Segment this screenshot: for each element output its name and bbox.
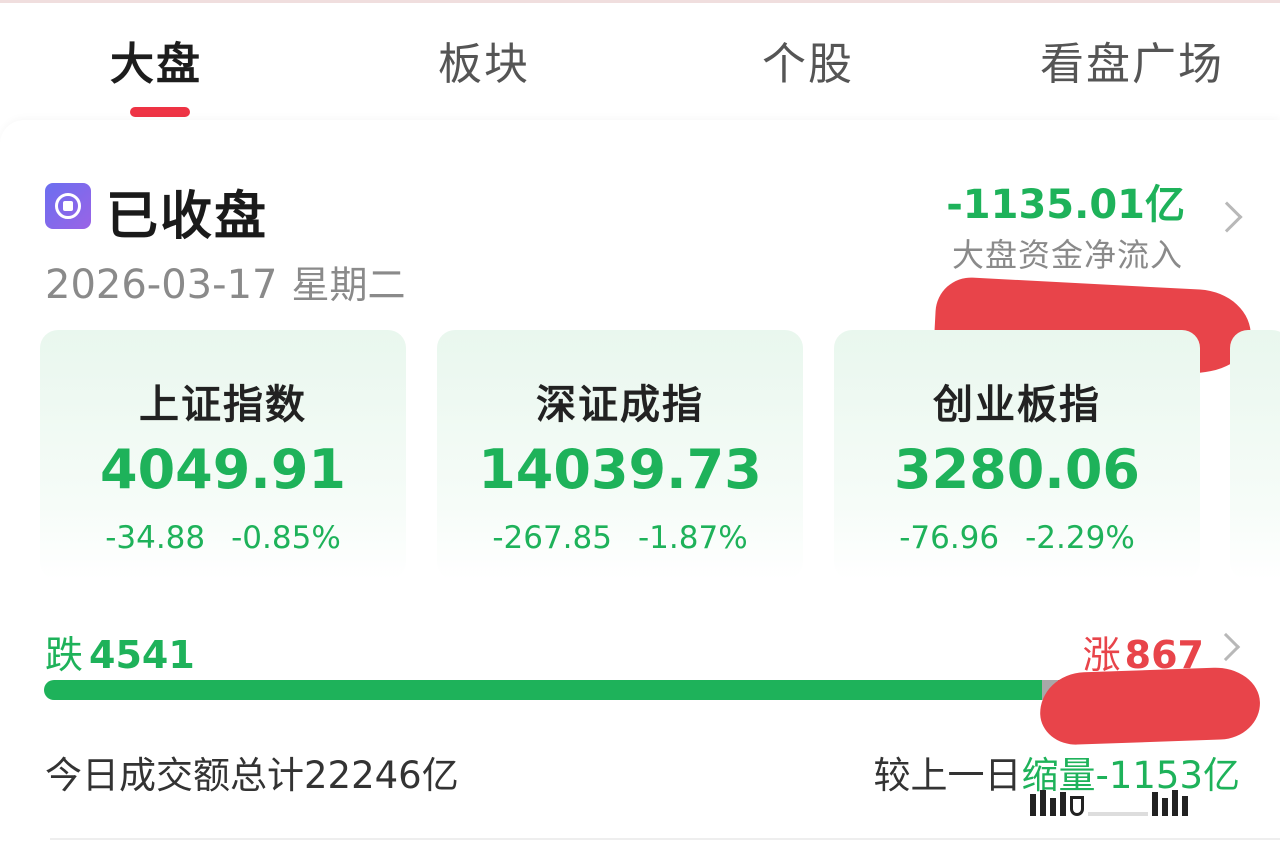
tab-market[interactable]: 大盘 [110, 28, 202, 92]
index-card-chinext[interactable]: 创业板指 3280.06 -76.96 -2.29% [834, 330, 1200, 580]
top-divider [0, 0, 1280, 3]
falling-count: 跌 4541 [45, 624, 195, 679]
index-change: -267.85 [492, 520, 612, 556]
date-value: 2026-03-17 [45, 262, 278, 308]
falling-number: 4541 [89, 633, 195, 677]
decline-segment [44, 680, 1043, 700]
index-card-partial[interactable] [1230, 330, 1280, 580]
watermark-logo [1030, 780, 1260, 816]
trade-date: 2026-03-17 星期二 [45, 254, 405, 309]
compare-prefix: 较上一日 [873, 754, 1022, 797]
index-changes: -267.85 -1.87% [437, 520, 803, 556]
index-name: 上证指数 [139, 382, 307, 428]
index-change-pct: -1.87% [637, 520, 748, 556]
weekday: 星期二 [291, 263, 406, 307]
index-change: -76.96 [899, 520, 1000, 556]
index-card-szse[interactable]: 深证成指 14039.73 -267.85 -1.87% [437, 330, 803, 580]
index-changes: -76.96 -2.29% [834, 520, 1200, 556]
index-value: 3280.06 [894, 438, 1140, 501]
index-value: 4049.91 [100, 438, 346, 501]
active-tab-indicator [130, 107, 190, 117]
index-changes: -34.88 -0.85% [40, 520, 406, 556]
tab-market-square[interactable]: 看盘广场 [1040, 28, 1224, 92]
index-card-sse[interactable]: 上证指数 4049.91 -34.88 -0.85% [40, 330, 406, 580]
market-status-title: 已收盘 [106, 187, 269, 247]
top-tabs: 大盘 板块 个股 看盘广场 [0, 28, 1280, 98]
index-value: 14039.73 [478, 438, 762, 501]
index-name: 深证成指 [536, 382, 704, 428]
turnover-total: 今日成交额总计22246亿 [45, 754, 459, 797]
capital-flow-value[interactable]: -1135.01亿 [946, 172, 1185, 230]
redaction-mark [1038, 666, 1262, 746]
tab-stocks[interactable]: 个股 [762, 28, 854, 92]
market-closed-icon [45, 183, 91, 229]
index-name: 创业板指 [933, 382, 1101, 428]
index-change-pct: -0.85% [231, 520, 341, 556]
index-change-pct: -2.29% [1025, 520, 1135, 556]
index-change: -34.88 [105, 520, 206, 556]
tab-sectors[interactable]: 板块 [438, 28, 530, 92]
falling-label: 跌 [45, 633, 84, 677]
bottom-divider [50, 838, 1280, 840]
capital-flow-label[interactable]: 大盘资金净流入 [952, 230, 1183, 276]
